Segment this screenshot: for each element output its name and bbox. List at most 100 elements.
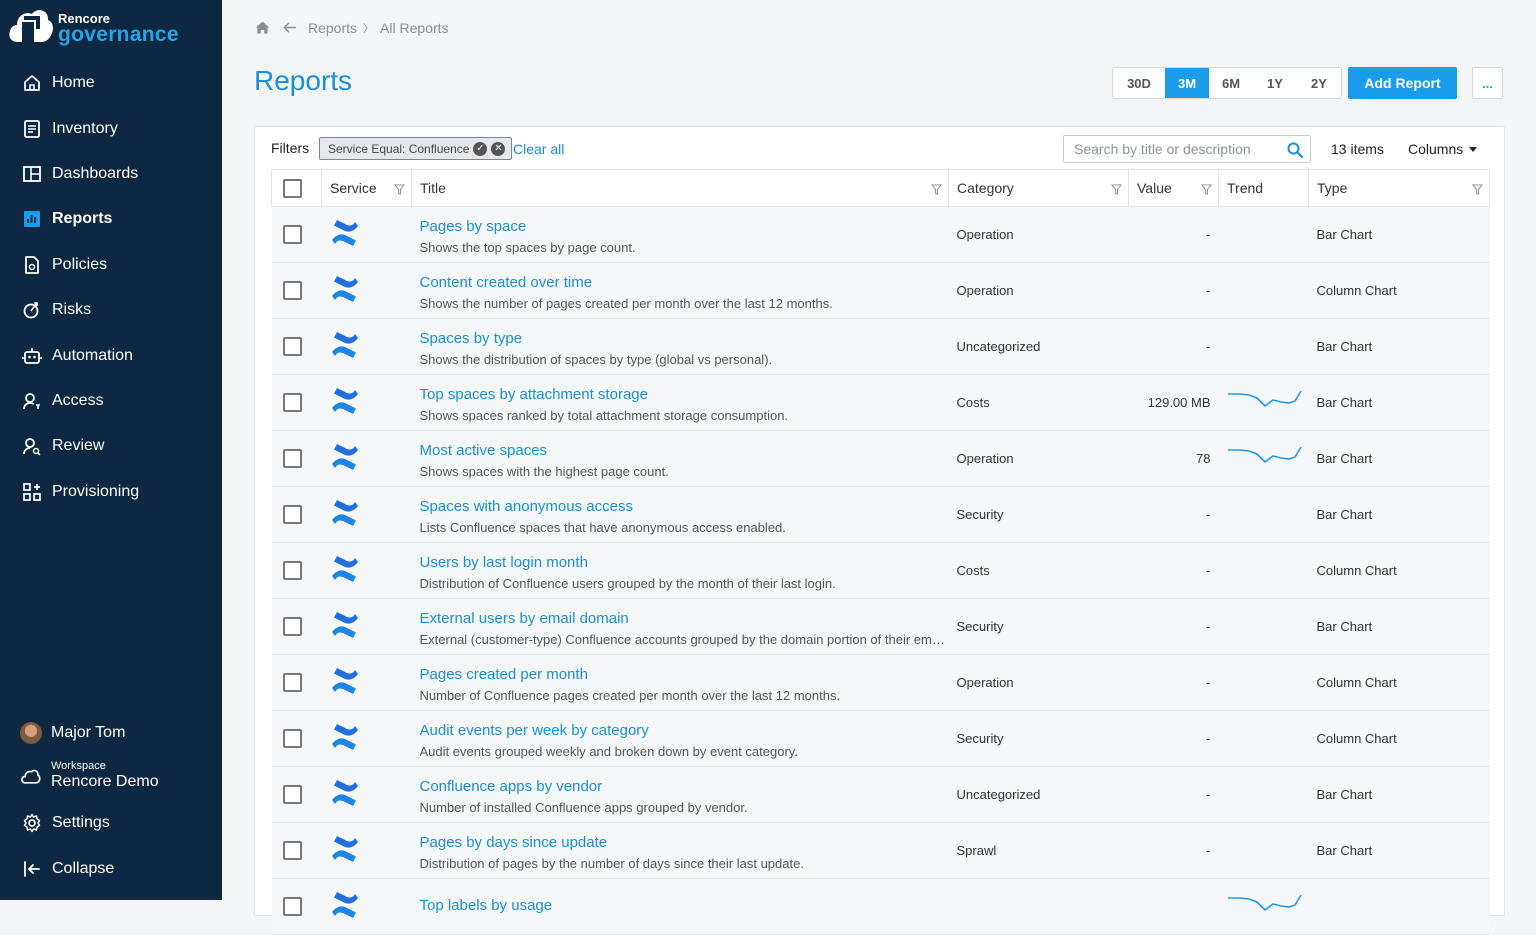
type-cell: Column Chart	[1308, 654, 1490, 711]
table-row[interactable]: Pages by space Shows the top spaces by pa…	[271, 206, 1490, 263]
report-title-link[interactable]: Confluence apps by vendor	[420, 778, 949, 795]
title-cell: Spaces by type Shows the distribution of …	[411, 318, 949, 375]
row-checkbox[interactable]	[282, 729, 302, 748]
nav-inventory[interactable]: Inventory	[0, 109, 222, 149]
row-select-cell	[271, 878, 322, 935]
filter-icon[interactable]	[1201, 184, 1212, 195]
row-select-cell	[271, 654, 322, 711]
row-checkbox[interactable]	[282, 337, 302, 356]
table-row[interactable]: Content created over time Shows the numbe…	[271, 262, 1490, 319]
category-header[interactable]: Category	[948, 169, 1129, 207]
filter-chip[interactable]: Service Equal: Confluence ✓ ✕	[319, 137, 513, 160]
home-icon[interactable]	[254, 19, 271, 36]
filter-icon[interactable]	[1111, 184, 1122, 195]
report-description: External (customer-type) Confluence acco…	[419, 631, 949, 647]
search-icon[interactable]	[1287, 142, 1303, 158]
breadcrumb-reports[interactable]: Reports	[308, 20, 357, 36]
nav-automation[interactable]: Automation	[0, 336, 222, 376]
back-arrow-icon[interactable]	[281, 19, 298, 36]
row-checkbox[interactable]	[282, 561, 302, 580]
search-input[interactable]	[1064, 136, 1274, 162]
nav-reports[interactable]: Reports	[0, 199, 222, 239]
row-checkbox[interactable]	[282, 449, 302, 468]
select-all-checkbox[interactable]	[283, 178, 302, 198]
nav-settings[interactable]: Settings	[0, 803, 222, 843]
table-row[interactable]: Pages by days since update Distribution o…	[271, 822, 1490, 879]
table-row[interactable]: Users by last login month Distribution of…	[271, 542, 1490, 599]
columns-dropdown[interactable]: Columns	[1408, 141, 1478, 157]
table-row[interactable]: External users by email domain External (…	[271, 598, 1490, 655]
report-title-link[interactable]: Users by last login month	[420, 554, 949, 571]
add-report-button[interactable]: Add Report	[1348, 67, 1457, 99]
review-icon	[23, 438, 41, 456]
gear-icon	[23, 813, 41, 833]
table-row[interactable]: Confluence apps by vendor Number of insta…	[271, 766, 1490, 823]
remove-filter-icon[interactable]: ✕	[491, 141, 506, 156]
report-title-link[interactable]: Pages created per month	[420, 666, 949, 683]
filter-icon[interactable]	[931, 184, 942, 195]
row-checkbox[interactable]	[282, 617, 302, 636]
report-title-link[interactable]: Content created over time	[420, 274, 949, 291]
more-options-button[interactable]: ...	[1472, 67, 1503, 99]
nav-review[interactable]: Review	[0, 426, 222, 466]
columns-label: Columns	[1408, 141, 1464, 157]
type-header[interactable]: Type	[1308, 169, 1490, 207]
collapse-icon	[24, 861, 40, 877]
cloud-logo-icon	[9, 10, 53, 42]
workspace-switcher[interactable]: Workspace Rencore Demo	[20, 760, 159, 792]
edit-check-icon[interactable]: ✓	[473, 141, 488, 156]
period-30d-button[interactable]: 30D	[1113, 68, 1165, 98]
type-cell: Bar Chart	[1308, 374, 1490, 431]
filter-icon[interactable]	[1472, 184, 1483, 195]
service-header[interactable]: Service	[321, 169, 412, 207]
row-checkbox[interactable]	[282, 505, 302, 524]
row-checkbox[interactable]	[282, 785, 302, 804]
nav-provisioning[interactable]: Provisioning	[0, 472, 222, 512]
row-checkbox[interactable]	[282, 673, 302, 692]
report-title-link[interactable]: Most active spaces	[420, 442, 949, 459]
report-title-link[interactable]: Audit events per week by category	[420, 722, 949, 739]
user-profile[interactable]: Major Tom	[20, 722, 125, 744]
table-row[interactable]: Pages created per month Number of Conflue…	[271, 654, 1490, 711]
nav-risks[interactable]: Risks	[0, 290, 222, 330]
report-title-link[interactable]: Spaces by type	[420, 330, 949, 347]
rencore-logo[interactable]: Rencore governance	[8, 6, 208, 46]
type-cell: Bar Chart	[1308, 206, 1490, 263]
nav-access[interactable]: Access	[0, 381, 222, 421]
category-cell: Security	[948, 486, 1129, 543]
period-2y-button[interactable]: 2Y	[1297, 68, 1341, 98]
table-row[interactable]: Audit events per week by category Audit e…	[271, 710, 1490, 767]
report-title-link[interactable]: Spaces with anonymous access	[420, 498, 949, 515]
report-title-link[interactable]: Pages by space	[420, 218, 949, 235]
nav-policies[interactable]: Policies	[0, 245, 222, 285]
filter-icon[interactable]	[394, 184, 405, 195]
period-3m-button[interactable]: 3M	[1165, 68, 1209, 98]
type-cell: Bar Chart	[1308, 822, 1490, 879]
value-header[interactable]: Value	[1128, 169, 1219, 207]
period-6m-button[interactable]: 6M	[1209, 68, 1253, 98]
table-row[interactable]: Most active spaces Shows spaces with the …	[271, 430, 1490, 487]
nav-collapse[interactable]: Collapse	[0, 849, 222, 889]
table-row[interactable]: Spaces with anonymous access Lists Conflu…	[271, 486, 1490, 543]
service-cell	[321, 486, 412, 543]
report-title-link[interactable]: External users by email domain	[420, 610, 949, 627]
clear-all-link[interactable]: Clear all	[513, 141, 564, 157]
title-header[interactable]: Title	[411, 169, 949, 207]
report-title-link[interactable]: Pages by days since update	[420, 834, 949, 851]
report-description: Shows the number of pages created per mo…	[419, 295, 833, 311]
table-body: Pages by space Shows the top spaces by pa…	[271, 206, 1490, 935]
table-row[interactable]: Spaces by type Shows the distribution of …	[271, 318, 1490, 375]
nav-dashboards[interactable]: Dashboards	[0, 154, 222, 194]
period-1y-button[interactable]: 1Y	[1253, 68, 1297, 98]
confluence-icon	[331, 332, 358, 358]
row-select-cell	[271, 374, 322, 431]
report-description: Number of Confluence pages created per m…	[419, 687, 841, 703]
nav-home[interactable]: Home	[0, 63, 222, 103]
row-checkbox[interactable]	[282, 841, 302, 860]
row-checkbox[interactable]	[282, 393, 302, 412]
row-checkbox[interactable]	[282, 281, 302, 300]
row-checkbox[interactable]	[282, 225, 302, 244]
table-row[interactable]: Top labels by usage	[271, 878, 1490, 935]
table-row[interactable]: Top spaces by attachment storage Shows sp…	[271, 374, 1490, 431]
report-title-link[interactable]: Top spaces by attachment storage	[420, 386, 949, 403]
